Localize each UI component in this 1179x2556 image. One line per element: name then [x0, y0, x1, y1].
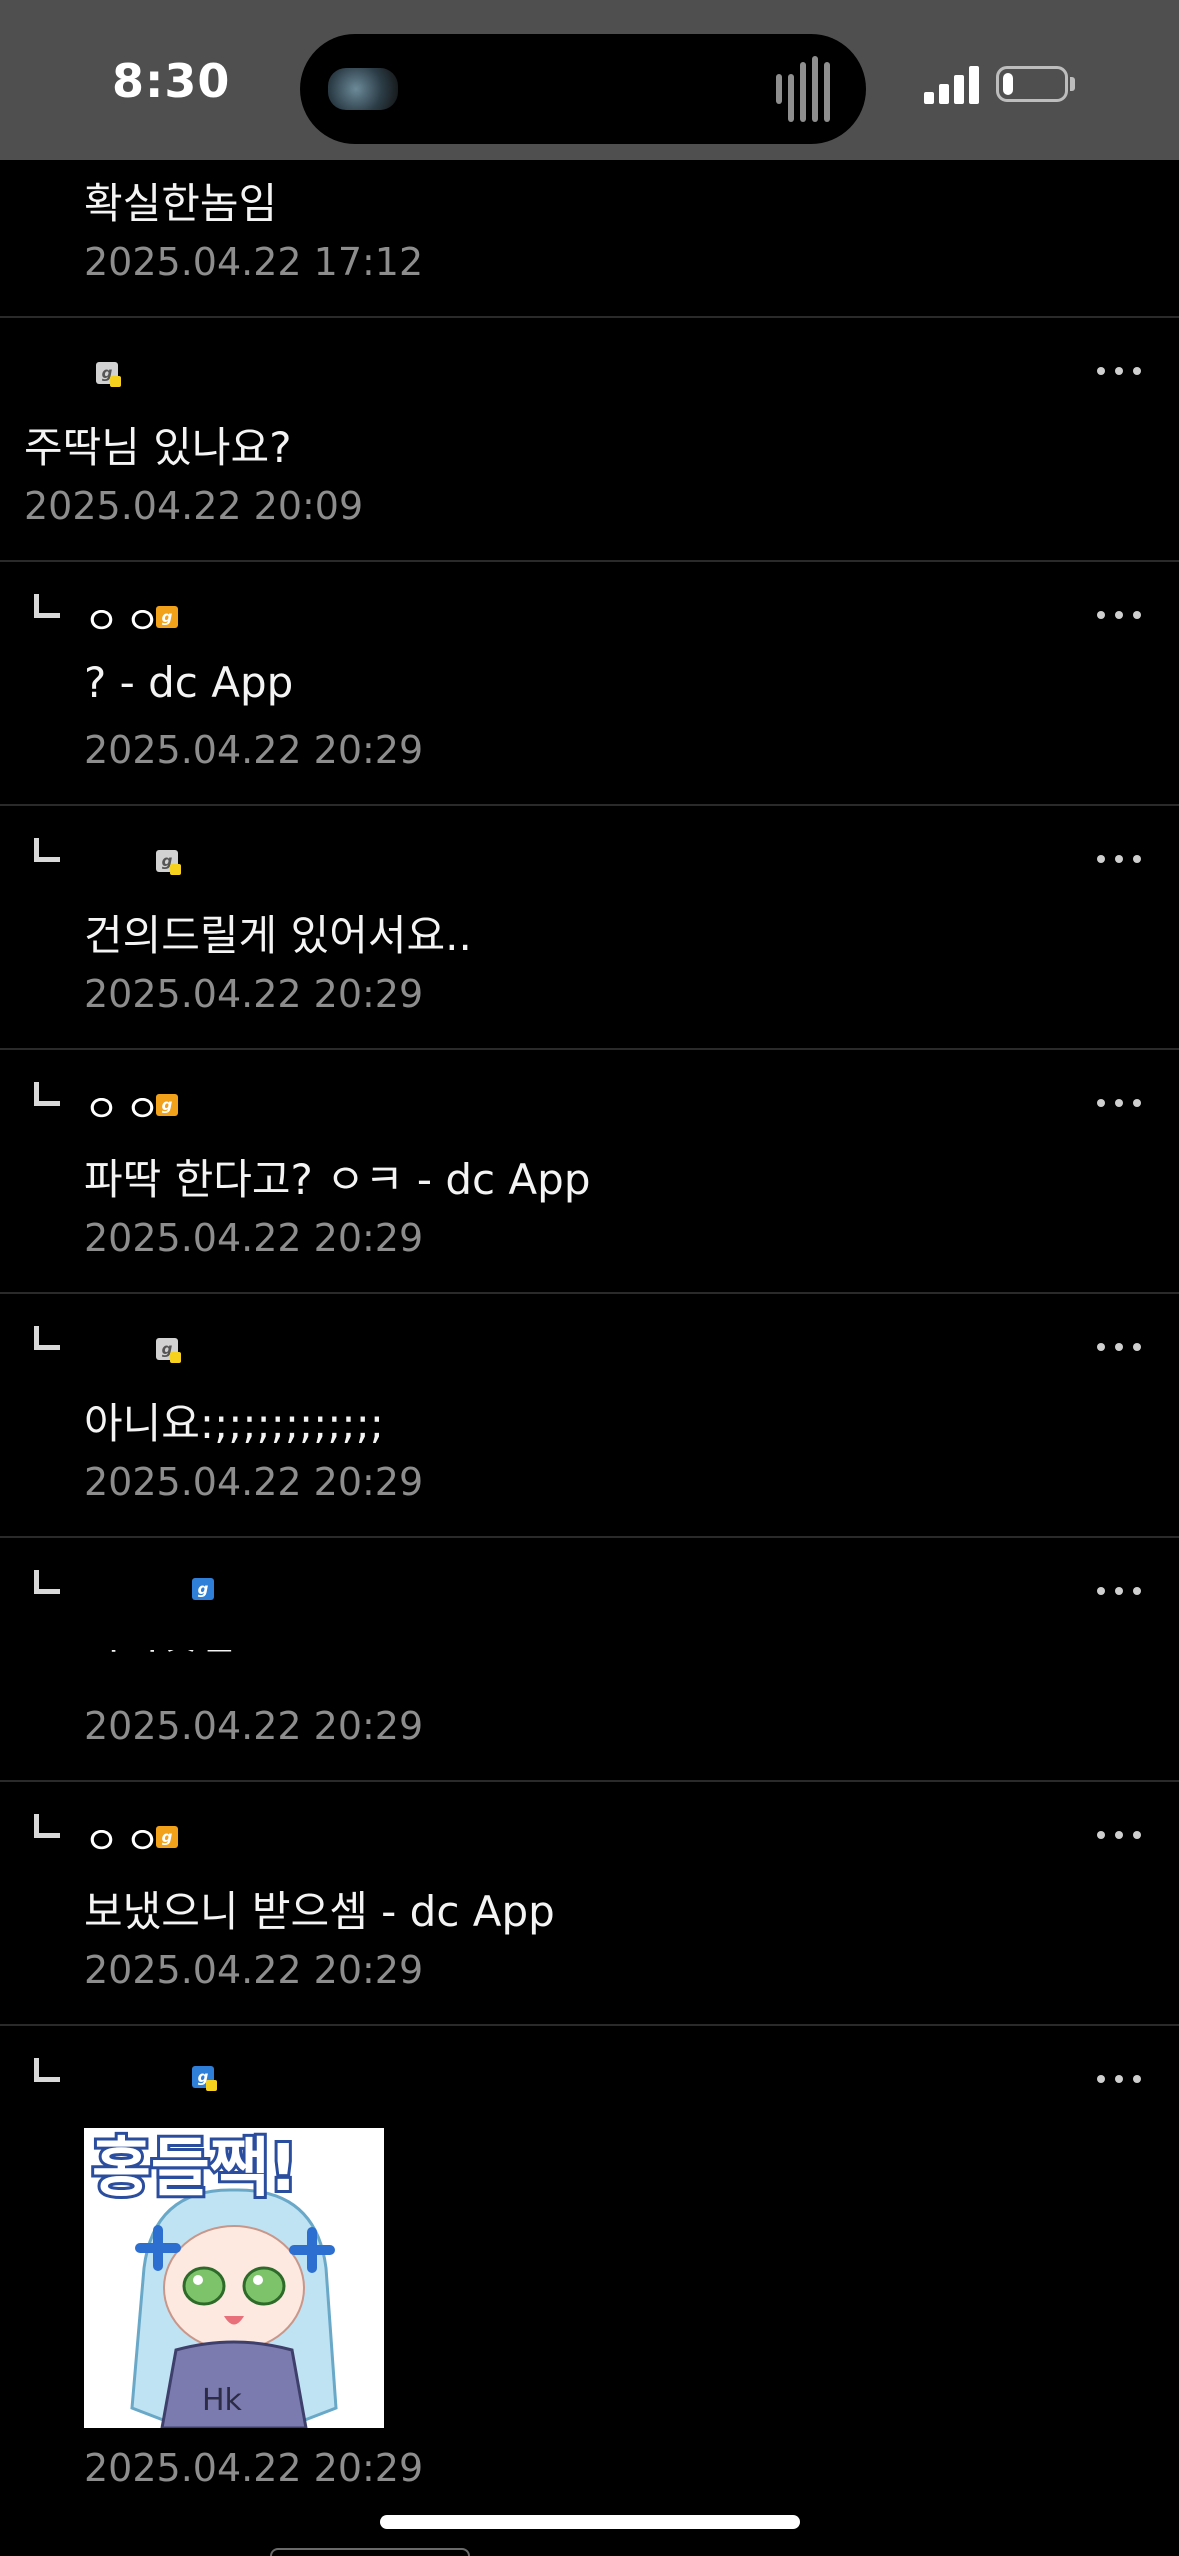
sticker-illustration: Hk 홍들짹!	[84, 2128, 384, 2428]
cellular-signal-icon	[924, 64, 980, 104]
sticker-image[interactable]: Hk 홍들짹!	[84, 2128, 384, 2428]
member-badge-icon: g	[156, 1338, 181, 1363]
member-badge-icon: g	[156, 606, 178, 628]
comment-text: 건의드릴게 있어서요..	[84, 911, 472, 960]
member-badge-icon: g	[192, 2066, 217, 2091]
comment-nickname[interactable]: ㅇㅇ	[84, 590, 166, 645]
comment-text: 파딱 한다고? ㅇㅋ - dc App	[84, 1155, 591, 1204]
bottom-toolbar-edge	[270, 2548, 470, 2556]
status-bar: 8:30	[0, 0, 1179, 160]
comment-item: g 주딱님 있나요? 2025.04.22 20:09	[0, 318, 1179, 562]
now-playing-artwork-icon	[328, 68, 398, 110]
more-options-icon[interactable]	[1097, 606, 1141, 626]
member-badge-icon: g	[156, 1094, 178, 1116]
comment-text: 아니요:;;;;;;;;;;;;	[84, 1399, 384, 1448]
audio-waveform-icon	[776, 56, 842, 122]
comment-text: ? - dc App	[84, 658, 294, 707]
battery-level	[1003, 73, 1013, 95]
battery-icon	[996, 66, 1068, 102]
reply-arrow-icon	[34, 1326, 60, 1350]
member-badge-icon: g	[156, 850, 181, 875]
reply-arrow-icon	[34, 1814, 60, 1838]
home-indicator[interactable]	[380, 2515, 800, 2529]
reply-arrow-icon	[34, 594, 60, 618]
status-time: 8:30	[112, 54, 231, 108]
comment-date: 2025.04.22 20:29	[84, 728, 424, 772]
more-options-icon[interactable]	[1097, 1826, 1141, 1846]
comment-nickname[interactable]: ㅇㅇ	[84, 1810, 166, 1865]
dynamic-island[interactable]	[300, 34, 866, 144]
comment-text: ㅋㅋㅅㅂ	[84, 1650, 239, 1676]
comment-date: 2025.04.22 20:29	[84, 1460, 424, 1504]
comment-text: 보냈으니 받으셈 - dc App	[84, 1887, 555, 1936]
more-options-icon[interactable]	[1097, 362, 1141, 382]
reply-arrow-icon	[34, 2058, 60, 2082]
reply-item: g Hk 홍들짹! 2025.04.22 20:29	[0, 2026, 1179, 2556]
comment-text: 확실한놈임	[84, 179, 278, 228]
more-options-icon[interactable]	[1097, 850, 1141, 870]
comment-text: 주딱님 있나요?	[24, 423, 292, 472]
reply-arrow-icon	[34, 1570, 60, 1594]
more-options-icon[interactable]	[1097, 2070, 1141, 2090]
more-options-icon[interactable]	[1097, 1582, 1141, 1602]
comment-date: 2025.04.22 20:29	[84, 1948, 424, 1992]
sticker-caption: 홍들짹!	[92, 2132, 298, 2206]
more-options-icon[interactable]	[1097, 1094, 1141, 1114]
member-badge-icon: g	[156, 1826, 178, 1848]
reply-arrow-icon	[34, 838, 60, 862]
reply-item: g ㅋㅋㅅㅂ 2025.04.22 20:29	[0, 1538, 1179, 1782]
comment-date: 2025.04.22 17:12	[84, 240, 424, 284]
comment-date: 2025.04.22 20:29	[84, 1704, 424, 1748]
comment-date: 2025.04.22 20:29	[84, 972, 424, 1016]
battery-nub	[1070, 77, 1075, 91]
comment-nickname[interactable]: ㅇㅇ	[84, 1078, 166, 1133]
member-badge-icon: g	[96, 362, 121, 387]
reply-item: ㅇㅇ g 파딱 한다고? ㅇㅋ - dc App 2025.04.22 20:2…	[0, 1050, 1179, 1294]
comment-date: 2025.04.22 20:29	[84, 1216, 424, 1260]
reply-arrow-icon	[34, 1082, 60, 1106]
member-badge-icon: g	[192, 1578, 214, 1600]
comment-item: 확실한놈임 2025.04.22 17:12	[0, 160, 1179, 318]
sticker-shirt-text: Hk	[202, 2383, 243, 2418]
comment-text-content: ㅋㅋㅅㅂ	[84, 1650, 239, 1667]
reply-item: ㅇㅇ g ? - dc App 2025.04.22 20:29	[0, 562, 1179, 806]
reply-item: ㅇㅇ g 보냈으니 받으셈 - dc App 2025.04.22 20:29	[0, 1782, 1179, 2026]
more-options-icon[interactable]	[1097, 1338, 1141, 1358]
reply-item: g 건의드릴게 있어서요.. 2025.04.22 20:29	[0, 806, 1179, 1050]
reply-item: g 아니요:;;;;;;;;;;;; 2025.04.22 20:29	[0, 1294, 1179, 1538]
comment-date: 2025.04.22 20:29	[84, 2446, 424, 2490]
comment-date: 2025.04.22 20:09	[24, 484, 364, 528]
